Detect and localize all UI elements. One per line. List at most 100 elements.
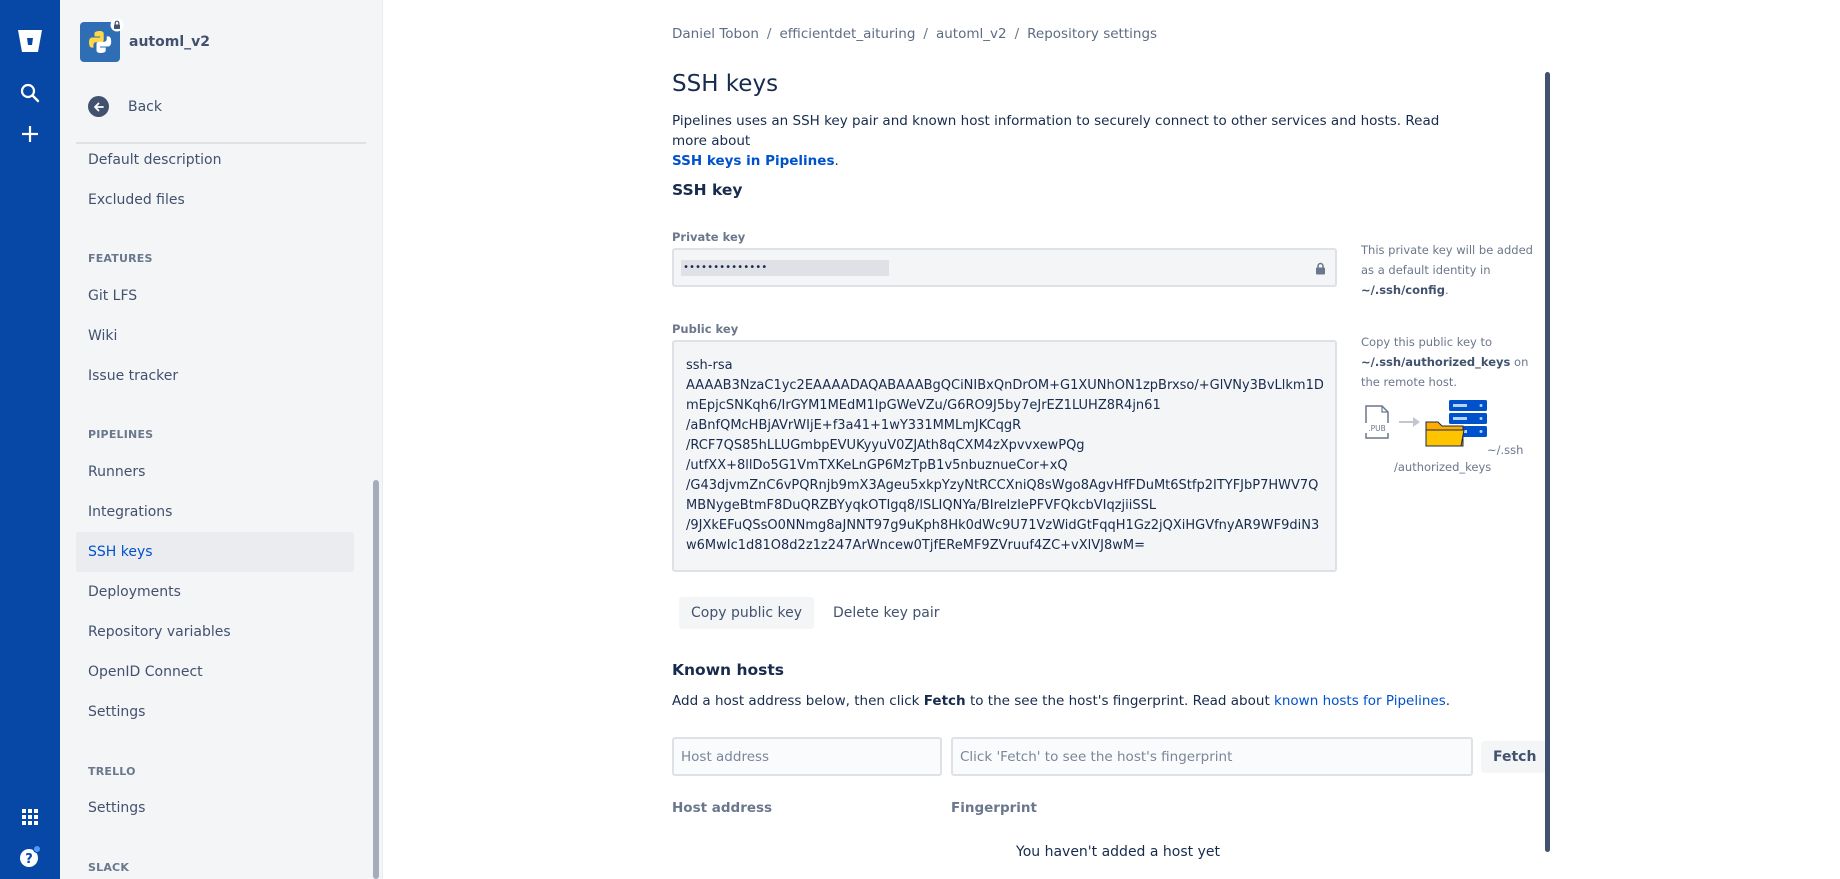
known-hosts-heading: Known hosts xyxy=(672,661,784,679)
illustration-caption-authorized-keys: /authorized_keys xyxy=(1394,460,1492,474)
public-key-line: MBNygeBtmF8DuQRZBYyqkOTIgq8/lSLIQNYa/BIr… xyxy=(686,498,1157,513)
sidebar-item-integrations[interactable]: Integrations xyxy=(76,492,354,532)
breadcrumb-item[interactable]: Daniel Tobon xyxy=(672,26,759,42)
private-key-field: •••••••••••••• xyxy=(672,248,1337,287)
intro-text: Pipelines uses an SSH key pair and known… xyxy=(672,111,1472,171)
sidebar-item-label: Integrations xyxy=(88,504,173,520)
sidebar-item-label: SSH keys xyxy=(88,544,153,560)
private-key-label: Private key xyxy=(672,230,746,244)
back-button[interactable]: Back xyxy=(88,96,162,117)
private-key-help-suffix: . xyxy=(1444,283,1449,297)
public-key-line: w6MwIc1d81O8d2z1z247ArWncew0TjfEReMF9ZVr… xyxy=(686,538,1145,553)
private-key-help: This private key will be added as a defa… xyxy=(1361,240,1541,300)
empty-hosts-message: You haven't added a host yet xyxy=(1016,844,1220,860)
create-icon[interactable] xyxy=(13,117,47,151)
sidebar-border xyxy=(382,0,383,879)
sidebar-item-default-description[interactable]: Default description xyxy=(76,140,354,180)
sidebar-item-label: Default description xyxy=(88,152,222,168)
breadcrumb-item[interactable]: Repository settings xyxy=(1027,26,1157,42)
breadcrumb-separator: / xyxy=(923,26,928,42)
sidebar-item-label: Settings xyxy=(88,704,146,720)
sidebar-item-git-lfs[interactable]: Git LFS xyxy=(76,276,354,316)
lock-icon xyxy=(1315,260,1326,279)
private-key-help-text: This private key will be added as a defa… xyxy=(1361,243,1533,277)
sidebar-heading-slack: SLACK xyxy=(88,861,130,874)
fetch-keyword: Fetch xyxy=(923,693,966,709)
known-hosts-description: Add a host address below, then click Fet… xyxy=(672,693,1450,709)
breadcrumb-separator: / xyxy=(766,26,772,42)
sidebar-item-ssh-keys[interactable]: SSH keys xyxy=(76,532,354,572)
arrow-left-icon xyxy=(88,96,109,117)
illustration-caption-ssh: ~/.ssh xyxy=(1487,443,1524,457)
breadcrumb-item[interactable]: automl_v2 xyxy=(936,26,1007,42)
column-header-host-address: Host address xyxy=(672,800,773,816)
fetch-button[interactable]: Fetch xyxy=(1481,741,1549,773)
sidebar-scrollbar[interactable] xyxy=(373,480,379,879)
sidebar-item-label: Git LFS xyxy=(88,288,138,304)
sidebar-item-repository-variables[interactable]: Repository variables xyxy=(76,612,354,652)
known-hosts-desc-mid: to the see the host's fingerprint. Read … xyxy=(969,693,1270,709)
sidebar-item-runners[interactable]: Runners xyxy=(76,452,354,492)
search-icon[interactable] xyxy=(13,76,47,110)
sidebar-item-pipelines-settings[interactable]: Settings xyxy=(76,692,354,732)
sidebar-item-deployments[interactable]: Deployments xyxy=(76,572,354,612)
breadcrumb-separator: / xyxy=(1014,26,1020,42)
fingerprint-field: Click 'Fetch' to see the host's fingerpr… xyxy=(951,737,1473,776)
sidebar-item-label: OpenID Connect xyxy=(88,664,203,680)
ssh-keys-in-pipelines-link[interactable]: SSH keys in Pipelines xyxy=(672,153,834,169)
public-key-field[interactable]: ssh-rsa AAAAB3NzaC1yc2EAAAADAQABAAABgQCi… xyxy=(672,340,1337,572)
global-navigation: ? xyxy=(0,0,60,879)
repository-header[interactable]: automl_v2 xyxy=(80,18,210,62)
public-key-help-text: Copy this public key to xyxy=(1361,335,1493,349)
public-key-line: AAAAB3NzaC1yc2EAAAADAQABAAABgQCiNIBxQnDr… xyxy=(686,378,1323,393)
ssh-config-path: ~/.ssh/config xyxy=(1361,283,1445,297)
public-key-line: /RCF7QS85hLLUGmbpEVUKyyuV0ZJAth8qCXM4zXp… xyxy=(686,438,1085,453)
svg-text:?: ? xyxy=(25,852,33,867)
repository-name: automl_v2 xyxy=(129,34,210,50)
back-label: Back xyxy=(128,98,162,115)
public-key-file-icon: .PUB xyxy=(1365,405,1389,439)
public-key-line: /G43djvmZnC6vPQRnjb9mX3Ageu5xkpYzyNtRCCX… xyxy=(686,478,1319,493)
sidebar-item-trello-settings[interactable]: Settings xyxy=(76,788,354,828)
delete-key-pair-button[interactable]: Delete key pair xyxy=(821,597,952,629)
breadcrumb: Daniel Tobon / efficientdet_aituring / autom… xyxy=(672,26,1157,42)
column-header-fingerprint: Fingerprint xyxy=(951,800,1037,816)
sidebar-heading-pipelines: PIPELINES xyxy=(88,428,154,441)
public-key-line: /aBnfQMcHBjAVrWIjE+f3a41+1wY331MMLmJKCqg… xyxy=(686,418,1022,433)
python-repo-avatar-icon xyxy=(80,18,124,62)
sidebar-item-wiki[interactable]: Wiki xyxy=(76,316,354,356)
sidebar-item-label: Repository variables xyxy=(88,624,231,640)
known-hosts-desc-text: Add a host address below, then click xyxy=(672,693,920,709)
help-icon[interactable]: ? xyxy=(13,840,47,874)
sidebar-item-issue-tracker[interactable]: Issue tracker xyxy=(76,356,354,396)
copy-public-key-button[interactable]: Copy public key xyxy=(679,597,815,629)
sidebar-heading-trello: TRELLO xyxy=(88,765,136,778)
private-key-masked-value: •••••••••••••• xyxy=(681,260,889,276)
intro-suffix: . xyxy=(834,153,839,169)
bitbucket-logo-icon[interactable] xyxy=(13,24,47,58)
breadcrumb-item[interactable]: efficientdet_aituring xyxy=(779,26,915,42)
public-key-line: ssh-rsa xyxy=(686,358,733,373)
public-key-help: Copy this public key to ~/.ssh/authorize… xyxy=(1361,332,1541,392)
host-address-placeholder: Host address xyxy=(681,748,770,765)
sidebar-item-label: Deployments xyxy=(88,584,181,600)
repository-sidebar: automl_v2 Back Default description Exclu… xyxy=(60,0,382,879)
server-folder-icon xyxy=(1425,400,1487,447)
sidebar-item-label: Wiki xyxy=(88,328,118,344)
known-hosts-for-pipelines-link[interactable]: known hosts for Pipelines xyxy=(1274,693,1446,709)
public-key-line: /utfXX+8llDo5G1VmTXKeLnGP6MzTpB1v5nbuznu… xyxy=(686,458,1068,473)
sidebar-item-label: Settings xyxy=(88,800,146,816)
sidebar-item-label: Excluded files xyxy=(88,192,185,208)
authorized-keys-path: ~/.ssh/authorized_keys xyxy=(1361,355,1511,369)
main-scrollbar[interactable] xyxy=(1545,72,1550,852)
app-switcher-icon[interactable] xyxy=(13,800,47,834)
host-address-input[interactable]: Host address xyxy=(672,737,942,776)
public-key-line: mEpjcSNKqh6/IrGYM1MEdM1lpGWeVZu/G6RO9J5b… xyxy=(686,398,1161,413)
sidebar-item-excluded-files[interactable]: Excluded files xyxy=(76,180,354,220)
fingerprint-placeholder: Click 'Fetch' to see the host's fingerpr… xyxy=(960,748,1233,765)
public-key-line: /9JXkEFuQSsO0NNmg8aJNNT97g9uKph8Hk0dWc9U… xyxy=(686,518,1320,533)
public-key-label: Public key xyxy=(672,322,739,336)
sidebar-item-openid-connect[interactable]: OpenID Connect xyxy=(76,652,354,692)
svg-text:.PUB: .PUB xyxy=(1368,424,1386,433)
sidebar-item-label: Runners xyxy=(88,464,146,480)
